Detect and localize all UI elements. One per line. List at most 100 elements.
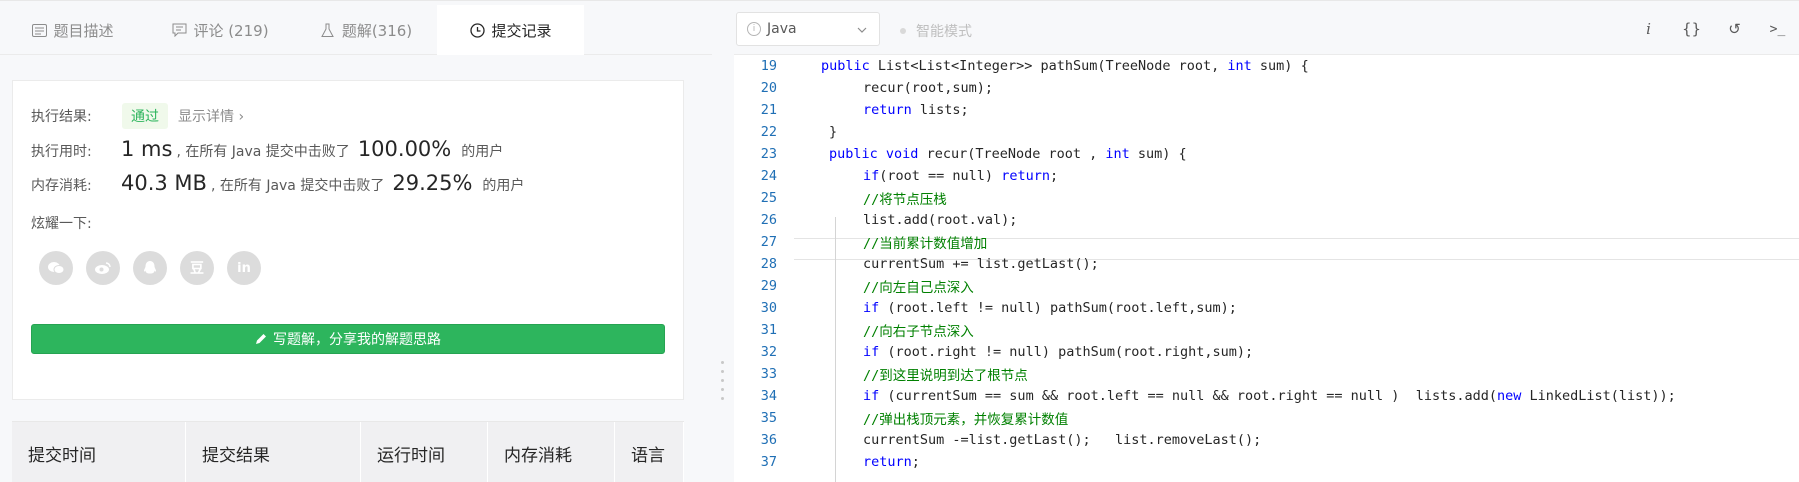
memory-text: , 在所有 Java 提交中击败了 [210,178,385,194]
flask-icon [320,22,336,38]
chevron-down-icon [857,23,867,39]
code-text: recur(root,sum); [863,80,994,96]
col-submit-result: 提交结果 [186,422,361,482]
tab-solutions[interactable]: 题解(316) [295,5,437,55]
format-code-button[interactable]: {} [1670,15,1713,43]
code-text: //将节点压栈 [863,192,947,208]
console-button[interactable]: >_ [1756,15,1799,43]
share-label: 炫耀一下: [31,216,92,232]
code-line: 19 public List<List<Integer>> pathSum(Tre… [734,55,1799,77]
code-text: //当前累计数值增加 [863,236,988,252]
language-select[interactable]: i Java [736,12,880,46]
line-number: 37 [760,454,777,470]
line-number: 34 [760,388,777,404]
code-text: //到这里说明到达了根节点 [863,368,1028,384]
code-line: 27 //当前累计数值增加 [734,231,1799,253]
code-text: //向右子节点深入 [863,324,974,340]
code-text: list.add(root.val); [863,212,1018,228]
linkedin-glyph: in [237,260,251,276]
editor-toolbar: i Java 智能模式 i {} ↺ >_ [734,1,1799,55]
code-line: 31 //向右子节点深入 [734,319,1799,341]
editor-panel: i Java 智能模式 i {} ↺ >_ 19 public List<List… [734,0,1799,482]
editor-tools: i {} ↺ >_ [1627,15,1799,43]
line-number: 36 [760,432,777,448]
line-number: 25 [760,190,777,206]
code-line: 26 list.add(root.val); [734,209,1799,231]
smart-mode-toggle[interactable]: 智能模式 [900,21,972,41]
app-root: 题目描述 评论 (219) 题解(316) 提交记录 执行结果: 通过 显示详情… [0,0,1799,482]
memory-suffix: 的用户 [482,178,525,194]
code-text: return lists; [863,102,969,118]
code-text: if (root.left != null) pathSum(root.left… [863,300,1237,316]
code-line: 34 if (currentSum == sum && root.left == … [734,385,1799,407]
code-line: 22} [734,121,1799,143]
code-text: currentSum += list.getLast(); [863,256,1099,272]
line-number: 27 [760,234,777,250]
line-number: 32 [760,344,777,360]
exec-time-label: 执行用时: [31,144,92,160]
status-badge: 通过 [122,103,168,129]
line-number: 22 [760,124,777,140]
code-line: 37 return; [734,451,1799,473]
code-line: 30 if (root.left != null) pathSum(root.le… [734,297,1799,319]
line-number: 28 [760,256,777,272]
code-text: public List<List<Integer>> pathSum(TreeN… [821,58,1309,74]
code-line: 32 if (root.right != null) pathSum(root.r… [734,341,1799,363]
code-line: 33 //到这里说明到达了根节点 [734,363,1799,385]
info-button[interactable]: i [1627,15,1670,43]
douban-icon[interactable]: 豆 [180,251,214,285]
info-icon: i [747,22,761,36]
line-number: 29 [760,278,777,294]
submissions-table-header: 提交时间 提交结果 运行时间 内存消耗 语言 [12,421,684,482]
document-icon [31,22,47,38]
code-text: public void recur(TreeNode root , int su… [829,146,1187,162]
left-panel: 题目描述 评论 (219) 题解(316) 提交记录 执行结果: 通过 显示详情… [0,0,712,482]
weibo-icon[interactable] [86,251,120,285]
show-details-link[interactable]: 显示详情 › [178,106,244,126]
smart-mode-dot [900,28,906,34]
exec-time-value: 1 ms [121,137,173,161]
result-card: 执行结果: 通过 显示详情 › 执行用时: 1 ms , 在所有 Java 提交… [12,80,684,400]
col-runtime: 运行时间 [361,422,488,482]
code-text: return; [863,454,920,470]
col-submit-time: 提交时间 [12,422,186,482]
code-line: 20 recur(root,sum); [734,77,1799,99]
tab-comments-label: 评论 (219) [193,21,269,40]
tab-submissions-label: 提交记录 [491,21,552,40]
linkedin-icon[interactable]: in [227,251,261,285]
code-line: 35 //弹出栈顶元素，并恢复累计数值 [734,407,1799,429]
panel-splitter[interactable] [712,0,734,482]
code-text: if(root == null) return; [863,168,1059,184]
exec-time-suffix: 的用户 [461,144,504,160]
code-text: //向左自己点深入 [863,280,974,296]
memory-row: 内存消耗: 40.3 MB , 在所有 Java 提交中击败了 29.25% 的… [31,171,524,195]
memory-percent: 29.25% [392,171,473,195]
history-icon [469,22,485,38]
share-buttons: 豆 in [39,251,261,285]
tab-solutions-label: 题解(316) [341,21,413,40]
tab-comments[interactable]: 评论 (219) [145,5,295,55]
write-solution-button[interactable]: 写题解，分享我的解题思路 [31,324,665,354]
code-line: 28 currentSum += list.getLast(); [734,253,1799,275]
line-number: 33 [760,366,777,382]
exec-result-label: 执行结果: [31,109,92,125]
code-line: 23 public void recur(TreeNode root , int … [734,143,1799,165]
col-language: 语言 [615,422,684,482]
line-number: 23 [760,146,777,162]
qq-icon[interactable] [133,251,167,285]
comment-icon [171,22,187,38]
line-number: 26 [760,212,777,228]
code-line: 21 return lists; [734,99,1799,121]
exec-time-text: , 在所有 Java 提交中击败了 [176,144,350,160]
memory-label: 内存消耗: [31,178,92,194]
write-solution-label: 写题解，分享我的解题思路 [273,332,441,348]
tab-submissions[interactable]: 提交记录 [437,5,584,55]
exec-result-row: 执行结果: 通过 显示详情 › [31,103,244,129]
exec-time-percent: 100.00% [357,137,452,161]
line-number: 35 [760,410,777,426]
reset-code-button[interactable]: ↺ [1713,15,1756,43]
code-editor[interactable]: 19 public List<List<Integer>> pathSum(Tre… [734,55,1799,482]
tab-bar: 题目描述 评论 (219) 题解(316) 提交记录 [0,5,712,55]
tab-description[interactable]: 题目描述 [0,5,145,55]
wechat-icon[interactable] [39,251,73,285]
